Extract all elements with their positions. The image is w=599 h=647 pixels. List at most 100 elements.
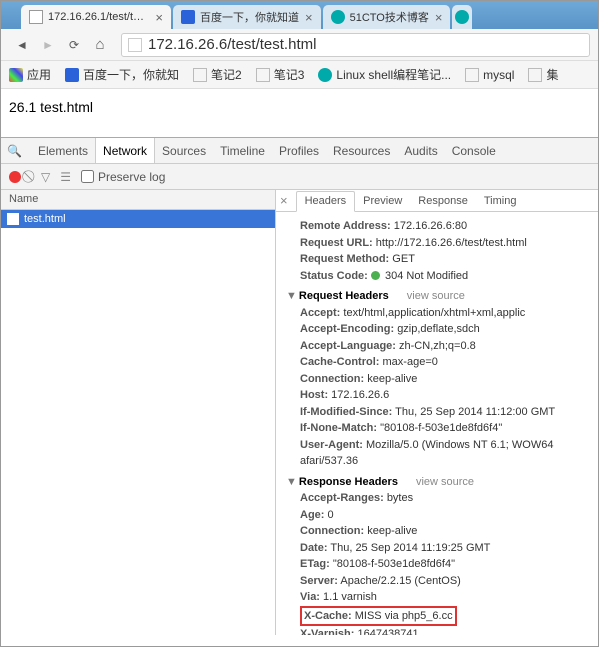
header-value: 1647438741 [357, 628, 418, 635]
header-value: Apache/2.2.15 (CentOS) [340, 575, 460, 587]
bookmark-item[interactable]: mysql [465, 68, 514, 82]
header-key: Accept-Encoding: [300, 323, 394, 335]
tab-timing[interactable]: Timing [476, 190, 525, 211]
header-value: zh-CN,zh;q=0.8 [399, 340, 476, 352]
preserve-log-label: Preserve log [98, 170, 165, 184]
header-line: Connection: keep-alive [300, 523, 588, 540]
forward-icon[interactable]: ► [39, 36, 57, 54]
close-icon[interactable]: × [155, 10, 163, 25]
view-source-link[interactable]: view source [407, 290, 465, 302]
browser-tab-2[interactable]: 51CTO技术博客 × [323, 5, 451, 29]
triangle-down-icon: ▼ [286, 290, 297, 302]
header-key: Request Method: [300, 253, 389, 265]
tab-timeline[interactable]: Timeline [213, 138, 272, 163]
tab-title: 172.16.26.1/test/test.h [48, 11, 149, 23]
apps-label: 应用 [27, 66, 51, 83]
header-value: "80108-f-503e1de8fd6f4" [333, 558, 455, 570]
page-icon [128, 38, 142, 52]
apps-button[interactable]: 应用 [9, 66, 51, 83]
tab-resources[interactable]: Resources [326, 138, 397, 163]
baidu-icon [65, 68, 79, 82]
header-value: keep-alive [367, 525, 417, 537]
header-key: Accept-Ranges: [300, 492, 384, 504]
request-name: test.html [24, 213, 66, 225]
preserve-log-checkbox[interactable]: Preserve log [81, 170, 165, 184]
bookmark-item[interactable]: 集 [528, 66, 558, 83]
file-icon [7, 213, 19, 225]
tab-audits[interactable]: Audits [397, 138, 444, 163]
header-value: bytes [387, 492, 413, 504]
header-key: Status Code: [300, 270, 368, 282]
header-line: ETag: "80108-f-503e1de8fd6f4" [300, 556, 588, 573]
header-value: 172.16.26.6:80 [394, 220, 467, 232]
view-source-link[interactable]: view source [416, 476, 474, 488]
tab-preview[interactable]: Preview [355, 190, 410, 211]
bookmark-item[interactable]: Linux shell编程笔记... [318, 66, 451, 83]
status-dot-icon [371, 271, 380, 280]
page-icon [29, 10, 43, 24]
record-button[interactable] [9, 171, 21, 183]
request-row[interactable]: test.html [1, 210, 275, 228]
bookmark-label: 笔记3 [274, 66, 305, 83]
devtools-tabs: 🔍 Elements Network Sources Timeline Prof… [1, 138, 598, 164]
tab-headers[interactable]: Headers [296, 191, 356, 212]
browser-tab-1[interactable]: 百度一下，你就知道 × [173, 5, 321, 29]
header-key: Cache-Control: [300, 356, 379, 368]
bookmark-label: mysql [483, 68, 514, 82]
bookmark-label: Linux shell编程笔记... [336, 66, 451, 83]
header-key: X-Varnish: [300, 628, 354, 635]
response-headers-section[interactable]: ▼Response Headersview source [286, 474, 588, 491]
close-icon[interactable]: × [435, 10, 443, 25]
header-key: If-None-Match: [300, 422, 377, 434]
header-value: keep-alive [367, 373, 417, 385]
preserve-log-input[interactable] [81, 170, 94, 183]
header-line: User-Agent: Mozilla/5.0 (Windows NT 6.1;… [300, 437, 588, 454]
close-icon[interactable]: × [280, 193, 288, 208]
bookmark-label: 笔记2 [211, 66, 242, 83]
browser-tab-partial[interactable] [452, 5, 472, 29]
home-icon[interactable]: ⌂ [91, 36, 109, 54]
tab-network[interactable]: Network [95, 138, 155, 163]
header-value: Thu, 25 Sep 2014 11:19:25 GMT [330, 542, 490, 554]
header-value: Mozilla/5.0 (Windows NT 6.1; WOW64 [366, 439, 553, 451]
baidu-icon [181, 10, 195, 24]
header-key: Server: [300, 575, 338, 587]
request-headers-section[interactable]: ▼Request Headersview source [286, 288, 588, 305]
name-column-header[interactable]: Name [1, 190, 275, 210]
view-icon[interactable]: ☰ [60, 170, 71, 184]
header-value: Thu, 25 Sep 2014 11:12:00 GMT [395, 406, 555, 418]
tab-elements[interactable]: Elements [31, 138, 95, 163]
browser-tabs-bar: 172.16.26.1/test/test.h × 百度一下，你就知道 × 51… [1, 1, 598, 29]
tab-response[interactable]: Response [410, 190, 476, 211]
header-key: Connection: [300, 525, 364, 537]
close-icon[interactable]: × [305, 10, 313, 25]
bookmarks-bar: 应用 百度一下，你就知 笔记2 笔记3 Linux shell编程笔记... m… [1, 61, 598, 89]
network-toolbar: ⃠ ▽ ☰ Preserve log [1, 164, 598, 190]
51cto-icon [455, 10, 469, 24]
tab-title: 51CTO技术博客 [350, 9, 429, 25]
header-value: afari/537.36 [300, 455, 358, 467]
header-key: Request URL: [300, 237, 373, 249]
tab-console[interactable]: Console [445, 138, 503, 163]
header-key: Connection: [300, 373, 364, 385]
header-value: 172.16.26.6 [331, 389, 389, 401]
bookmark-label: 集 [546, 66, 558, 83]
header-value: 1.1 varnish [323, 591, 377, 603]
search-icon[interactable]: 🔍 [7, 144, 23, 158]
tab-sources[interactable]: Sources [155, 138, 213, 163]
browser-tab-0[interactable]: 172.16.26.1/test/test.h × [21, 5, 171, 29]
address-bar[interactable]: 172.16.26.6/test/test.html [121, 33, 590, 57]
page-icon [193, 68, 207, 82]
header-line: Age: 0 [300, 507, 588, 524]
header-value: GET [392, 253, 415, 265]
back-icon[interactable]: ◄ [13, 36, 31, 54]
devtools-body: Name test.html × Headers Preview Respons… [1, 190, 598, 635]
reload-icon[interactable]: ⟳ [65, 36, 83, 54]
filter-icon[interactable]: ▽ [41, 170, 50, 184]
bookmark-item[interactable]: 百度一下，你就知 [65, 66, 179, 83]
bookmark-item[interactable]: 笔记2 [193, 66, 242, 83]
header-key: If-Modified-Since: [300, 406, 392, 418]
bookmark-item[interactable]: 笔记3 [256, 66, 305, 83]
tab-profiles[interactable]: Profiles [272, 138, 326, 163]
header-key: Accept: [300, 307, 340, 319]
